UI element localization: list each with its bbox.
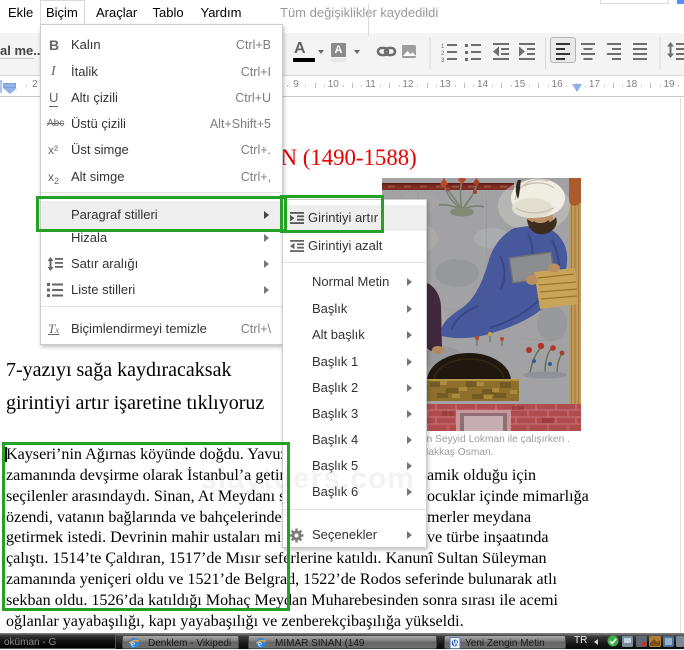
svg-text:e: e [131,639,135,649]
svg-text:W: W [453,641,460,648]
svg-text:3: 3 [441,58,445,64]
svg-text:e: e [258,639,262,649]
svg-text:1: 1 [441,44,445,50]
svg-text:2: 2 [441,51,445,57]
